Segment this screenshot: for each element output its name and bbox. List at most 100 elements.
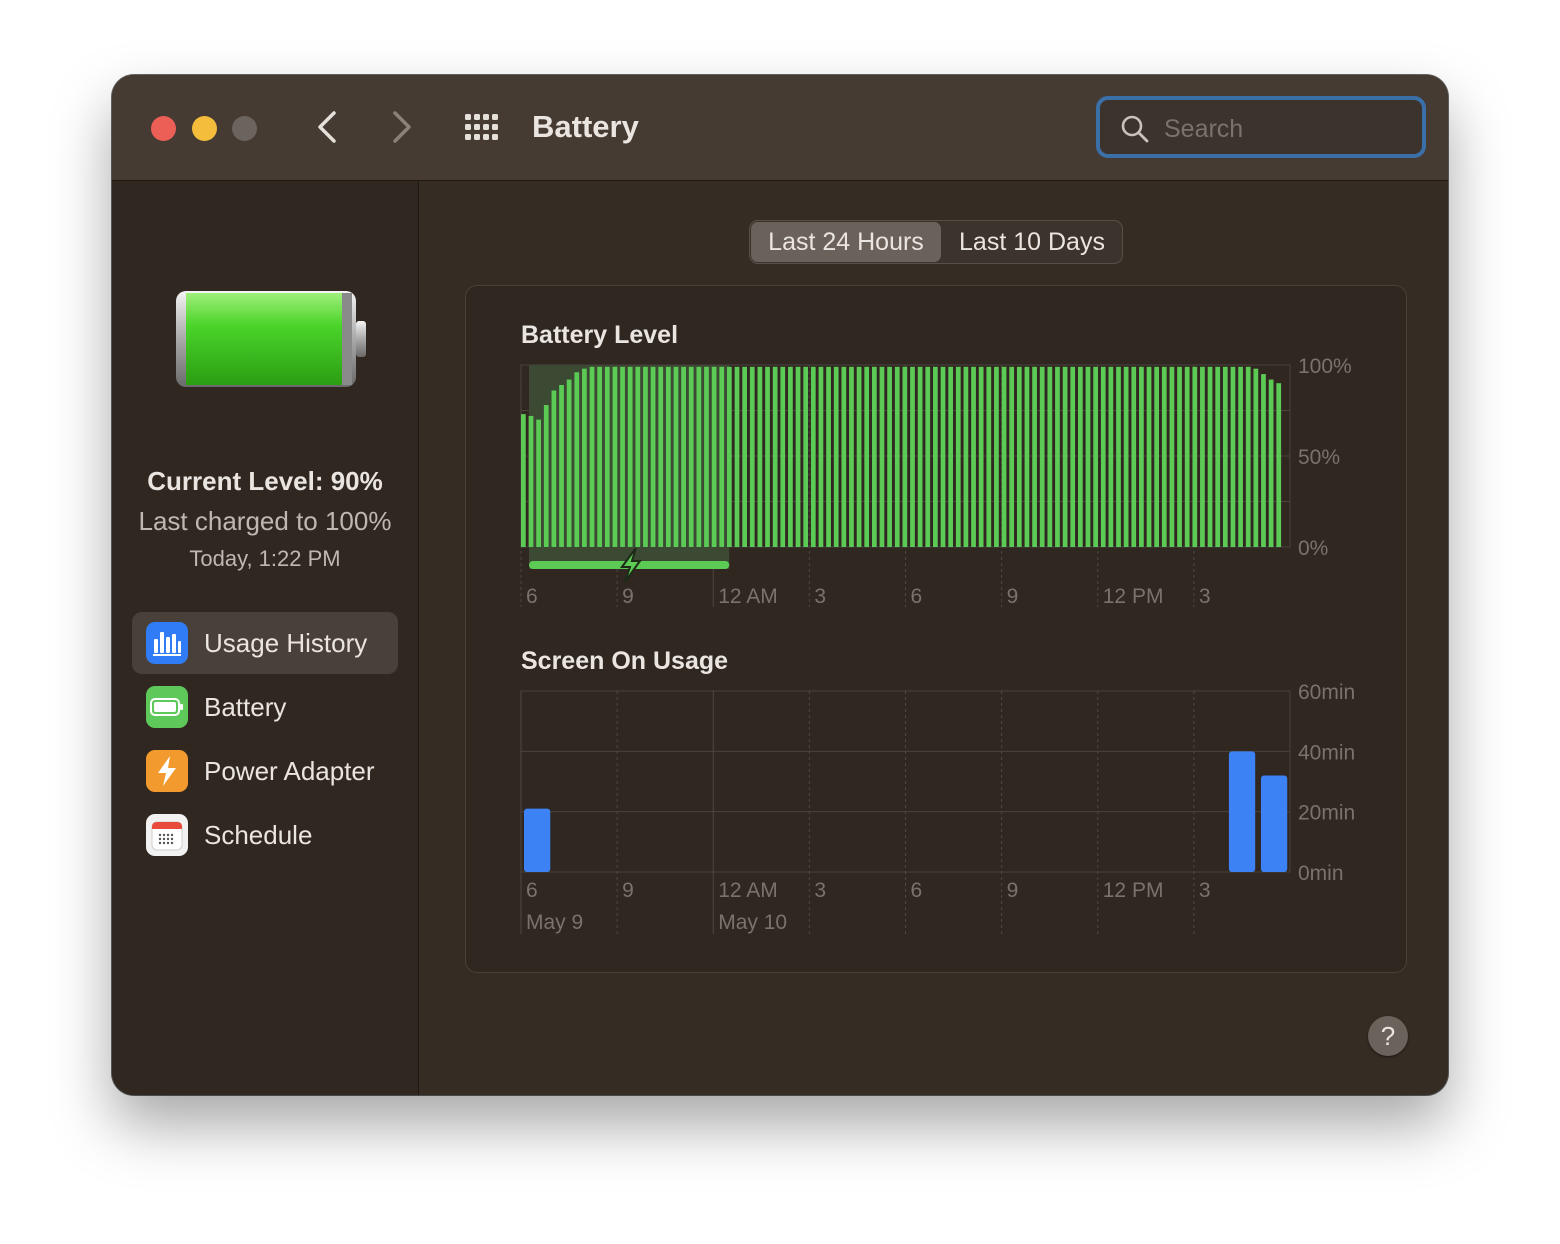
- battery-level-bar: [742, 366, 748, 547]
- usage-y-tick-label: 0min: [1298, 862, 1344, 885]
- battery-level-bar: [1055, 366, 1060, 547]
- battery-level-bar: [559, 385, 564, 547]
- battery-level-bar: [894, 366, 900, 547]
- battery-level-bar: [871, 366, 877, 547]
- battery-level-bar: [734, 366, 740, 547]
- usage-chart-panel: Battery Level Screen On Usage 100% 50% 0% 6…: [465, 285, 1407, 973]
- battery-level-bar: [1261, 374, 1266, 547]
- sidebar-item-battery[interactable]: Battery: [132, 676, 398, 738]
- grid-icon: [465, 114, 498, 140]
- battery-level-bar: [688, 366, 694, 547]
- battery-level-bar: [1024, 366, 1030, 547]
- screen-usage-bar: [1228, 751, 1256, 872]
- battery-level-bar: [940, 366, 946, 547]
- battery-level-bar: [925, 366, 931, 547]
- search-input[interactable]: [1162, 110, 1416, 148]
- battery-y-tick-label: 50%: [1298, 446, 1340, 469]
- zoom-button[interactable]: [232, 116, 257, 141]
- chevron-left-icon: [318, 111, 336, 143]
- battery-level-bar: [803, 366, 809, 547]
- last-charged-label: Last charged to 100%: [138, 506, 392, 536]
- battery-x-tick-label: 9: [622, 585, 634, 608]
- battery-level-bar: [879, 366, 885, 547]
- battery-level-bar: [1200, 366, 1205, 547]
- battery-level-bar: [810, 366, 816, 547]
- titlebar: Battery: [112, 75, 1448, 181]
- battery-level-bar: [971, 366, 976, 547]
- battery-level-bar: [658, 366, 664, 547]
- search-icon: [1121, 115, 1149, 143]
- sidebar-item-schedule[interactable]: Schedule: [132, 804, 398, 866]
- sidebar: Current Level: 90% Last charged to 100% …: [112, 181, 419, 1095]
- battery-level-bar: [765, 366, 770, 547]
- battery-x-tick-label: 12 AM: [718, 585, 778, 608]
- battery-large-icon: [176, 291, 366, 387]
- battery-level-bar: [1184, 366, 1190, 547]
- bar-chart-icon: [146, 622, 188, 664]
- tab-last-10-days[interactable]: Last 10 Days: [943, 222, 1121, 262]
- show-all-button[interactable]: [462, 109, 502, 149]
- battery-level-bar: [582, 368, 587, 547]
- battery-level-bar: [635, 366, 641, 547]
- battery-level-bar: [1207, 366, 1213, 547]
- battery-level-bar: [665, 366, 671, 547]
- sidebar-item-usage-history[interactable]: Usage History: [132, 612, 398, 674]
- battery-level-bar: [887, 366, 892, 547]
- usage-x-tick-label: 12 PM: [1103, 879, 1164, 902]
- battery-level-bar: [818, 366, 824, 547]
- battery-y-tick-label: 0%: [1298, 537, 1328, 560]
- battery-level-bar: [650, 366, 656, 547]
- battery-level-bar: [627, 366, 633, 547]
- back-button[interactable]: [307, 107, 347, 147]
- minimize-button[interactable]: [192, 116, 217, 141]
- battery-level-bar: [528, 415, 534, 547]
- battery-level-bar: [1154, 366, 1160, 547]
- battery-x-tick-label: 12 PM: [1103, 585, 1164, 608]
- battery-level-bar: [757, 366, 763, 547]
- sidebar-item-power-adapter[interactable]: Power Adapter: [132, 740, 398, 802]
- usage-x-tick-label: 3: [1199, 879, 1211, 902]
- battery-level-bar: [1032, 366, 1037, 547]
- battery-level-bar: [1070, 366, 1076, 547]
- battery-level-bar: [643, 366, 648, 547]
- usage-x-tick-label: 9: [622, 879, 634, 902]
- search-field[interactable]: [1096, 96, 1426, 158]
- tab-last-24-hours[interactable]: Last 24 Hours: [751, 222, 941, 262]
- battery-level-bar: [574, 372, 580, 547]
- battery-level-bar: [566, 379, 572, 547]
- battery-level-bar: [978, 366, 984, 547]
- battery-level-bar: [994, 366, 999, 547]
- close-button[interactable]: [151, 116, 176, 141]
- battery-level-bar: [620, 366, 625, 547]
- usage-x-tick-label: 9: [1007, 879, 1019, 902]
- help-button[interactable]: ?: [1368, 1016, 1408, 1056]
- battery-level-bar: [917, 366, 923, 547]
- battery-level-bar: [1093, 366, 1098, 547]
- bolt-icon: [146, 750, 188, 792]
- battery-level-bar: [933, 366, 938, 547]
- battery-preferences-window: Battery Search Current Level: 90% Last c…: [112, 75, 1448, 1095]
- battery-level-bar: [849, 366, 854, 547]
- battery-level-bar: [963, 366, 969, 547]
- usage-y-tick-label: 60min: [1298, 681, 1355, 704]
- battery-level-bar: [826, 366, 831, 547]
- battery-x-tick-label: 3: [1199, 585, 1211, 608]
- battery-level-bar: [1131, 366, 1137, 547]
- battery-level-bar: [681, 366, 686, 547]
- battery-level-bar: [772, 366, 778, 547]
- battery-level-bar: [551, 390, 557, 547]
- battery-level-bar: [1276, 383, 1282, 547]
- battery-level-bar: [1062, 366, 1068, 547]
- time-range-control: Last 24 Hours Last 10 Days: [749, 220, 1123, 264]
- battery-level-bar: [1146, 366, 1152, 547]
- battery-level-bar: [673, 366, 679, 547]
- battery-level-bar: [1253, 368, 1259, 547]
- screen-usage-bar: [1260, 775, 1288, 872]
- usage-x-tick-label: 6: [911, 879, 923, 902]
- screen-usage-bar: [524, 808, 551, 872]
- forward-button[interactable]: [382, 107, 422, 147]
- battery-level-bar: [727, 366, 732, 547]
- battery-level-bar: [1139, 366, 1144, 547]
- sidebar-item-label: Schedule: [204, 819, 313, 850]
- sidebar-item-label: Usage History: [204, 627, 368, 658]
